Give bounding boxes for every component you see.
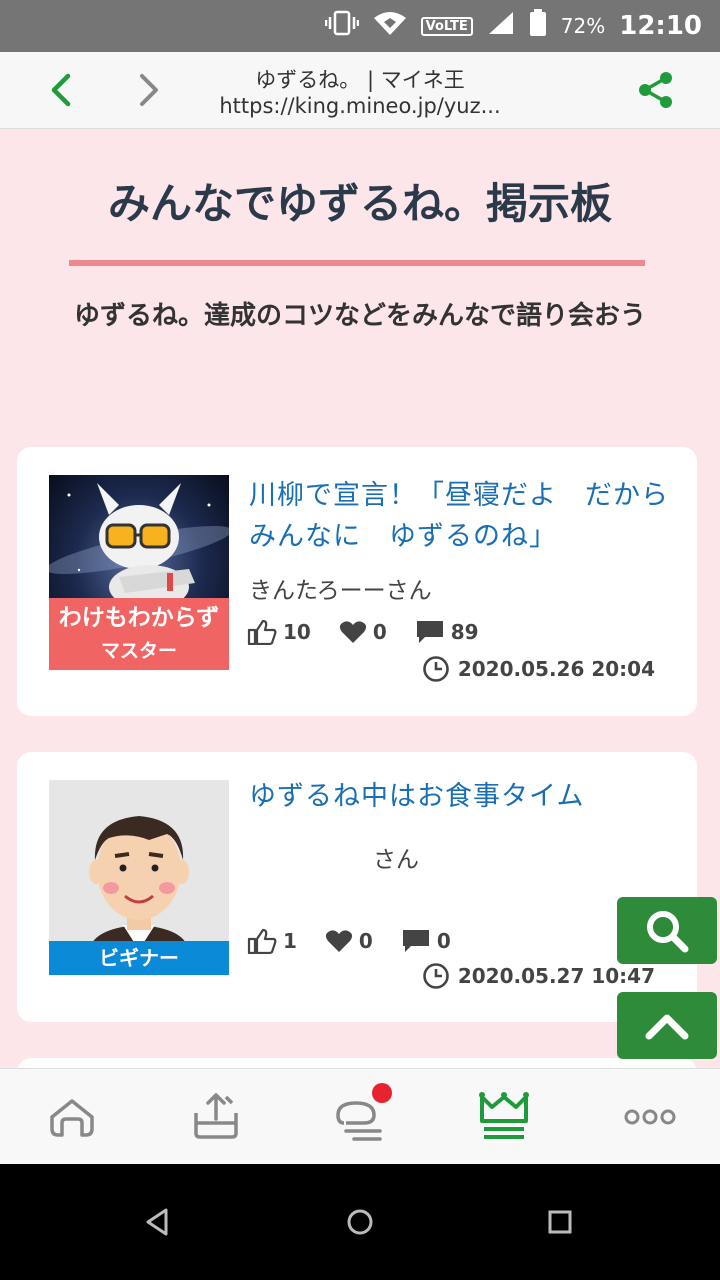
post-date: 2020.05.27 10:47 bbox=[422, 962, 655, 990]
nav-king[interactable] bbox=[476, 1089, 532, 1145]
home-icon bbox=[50, 1099, 94, 1137]
chevron-up-icon bbox=[645, 1014, 689, 1040]
rank-line1: わけもわからず bbox=[58, 605, 220, 631]
signal-icon bbox=[487, 10, 515, 42]
clock: 12:10 bbox=[619, 11, 702, 41]
back-button[interactable] bbox=[38, 66, 86, 114]
volte-badge: VoLTE bbox=[420, 16, 473, 36]
upload-icon bbox=[194, 1093, 238, 1139]
rank-line2: マスター bbox=[100, 640, 177, 662]
heart-count: 0 bbox=[358, 929, 373, 953]
comment-stat[interactable]: 89 bbox=[415, 619, 479, 645]
thumbs-up-icon bbox=[247, 619, 277, 645]
like-stat[interactable]: 1 bbox=[247, 928, 297, 954]
comment-icon bbox=[416, 621, 443, 643]
comment-stat[interactable]: 0 bbox=[401, 928, 451, 954]
thumbs-up-icon bbox=[247, 928, 277, 954]
search-button[interactable] bbox=[617, 897, 717, 964]
rank-badge: ビギナー bbox=[49, 941, 229, 975]
forward-button[interactable] bbox=[124, 66, 172, 114]
wifi-icon bbox=[373, 10, 407, 42]
browser-toolbar: ゆずるね。 | マイネ王 https://king.mineo.jp/yuz..… bbox=[0, 52, 720, 129]
battery-percent: 72% bbox=[560, 14, 606, 38]
heart-count: 0 bbox=[372, 620, 387, 644]
like-count: 1 bbox=[283, 929, 297, 953]
like-stat[interactable]: 10 bbox=[247, 619, 311, 645]
title-divider bbox=[69, 260, 645, 266]
heart-icon bbox=[325, 930, 353, 952]
post-title-link[interactable]: 川柳で宣言！「昼寝だよ だからみんなに ゆずるのね」 bbox=[249, 475, 679, 557]
heart-stat[interactable]: 0 bbox=[339, 620, 387, 644]
bottom-nav bbox=[0, 1068, 720, 1165]
nav-home[interactable] bbox=[44, 1089, 100, 1145]
notification-dot bbox=[372, 1083, 392, 1103]
vibrate-icon bbox=[324, 10, 359, 42]
heart-stat[interactable]: 0 bbox=[325, 929, 373, 953]
more-icon bbox=[624, 1109, 676, 1125]
post-stats: 1 0 0 bbox=[247, 928, 479, 954]
post-stats: 10 0 89 bbox=[247, 619, 507, 645]
search-icon bbox=[647, 911, 689, 953]
chevron-left-icon bbox=[51, 73, 71, 107]
nav-chat[interactable] bbox=[332, 1083, 392, 1145]
post-title-link[interactable]: ゆずるね中はお食事タイム bbox=[249, 776, 679, 817]
triangle-back-icon bbox=[146, 1208, 168, 1236]
circle-home-icon bbox=[347, 1209, 373, 1235]
chevron-right-icon bbox=[140, 74, 158, 106]
like-count: 10 bbox=[283, 620, 311, 644]
comment-icon bbox=[402, 930, 429, 952]
battery-icon bbox=[529, 9, 547, 43]
comment-count: 0 bbox=[436, 929, 451, 953]
post-date: 2020.05.26 20:04 bbox=[422, 655, 655, 683]
rank-badge: わけもわからず マスター bbox=[49, 598, 229, 670]
post-card[interactable]: ビギナー ゆずるね中はお食事タイム さん 1 0 0 2020.05.27 10… bbox=[17, 752, 697, 1022]
system-recents-button[interactable] bbox=[538, 1200, 582, 1244]
url-field[interactable]: https://king.mineo.jp/yuz... bbox=[190, 94, 530, 118]
crown-icon bbox=[479, 1092, 529, 1139]
share-button[interactable] bbox=[636, 70, 676, 110]
avatar[interactable]: ビギナー bbox=[49, 780, 229, 975]
heart-icon bbox=[339, 621, 366, 643]
nav-upload[interactable] bbox=[188, 1089, 244, 1145]
page-title-bar: ゆずるね。 | マイネ王 bbox=[255, 68, 465, 92]
nav-more[interactable] bbox=[622, 1089, 678, 1145]
clock-icon bbox=[423, 656, 449, 682]
page-subtitle: ゆずるね。達成のコツなどをみんなで語り会おう bbox=[73, 301, 646, 331]
clock-icon bbox=[423, 963, 449, 989]
post-date-text: 2020.05.27 10:47 bbox=[457, 964, 655, 988]
system-navigation bbox=[0, 1164, 720, 1280]
status-bar: VoLTE 72% 12:10 bbox=[0, 0, 720, 52]
system-back-button[interactable] bbox=[136, 1200, 180, 1244]
scroll-top-button[interactable] bbox=[617, 992, 717, 1059]
post-card[interactable]: わけもわからず マスター 川柳で宣言！「昼寝だよ だからみんなに ゆずるのね」 … bbox=[17, 447, 697, 716]
avatar[interactable]: わけもわからず マスター bbox=[49, 475, 229, 670]
share-icon bbox=[639, 72, 672, 108]
comment-count: 89 bbox=[450, 620, 479, 644]
post-author[interactable]: きんたろーーさん bbox=[249, 571, 432, 605]
square-recents-icon bbox=[548, 1210, 572, 1234]
post-date-text: 2020.05.26 20:04 bbox=[457, 657, 655, 681]
page-title: みんなでゆずるね。掲示板 bbox=[107, 179, 612, 228]
system-home-button[interactable] bbox=[338, 1200, 382, 1244]
post-author[interactable]: さん bbox=[373, 840, 419, 874]
